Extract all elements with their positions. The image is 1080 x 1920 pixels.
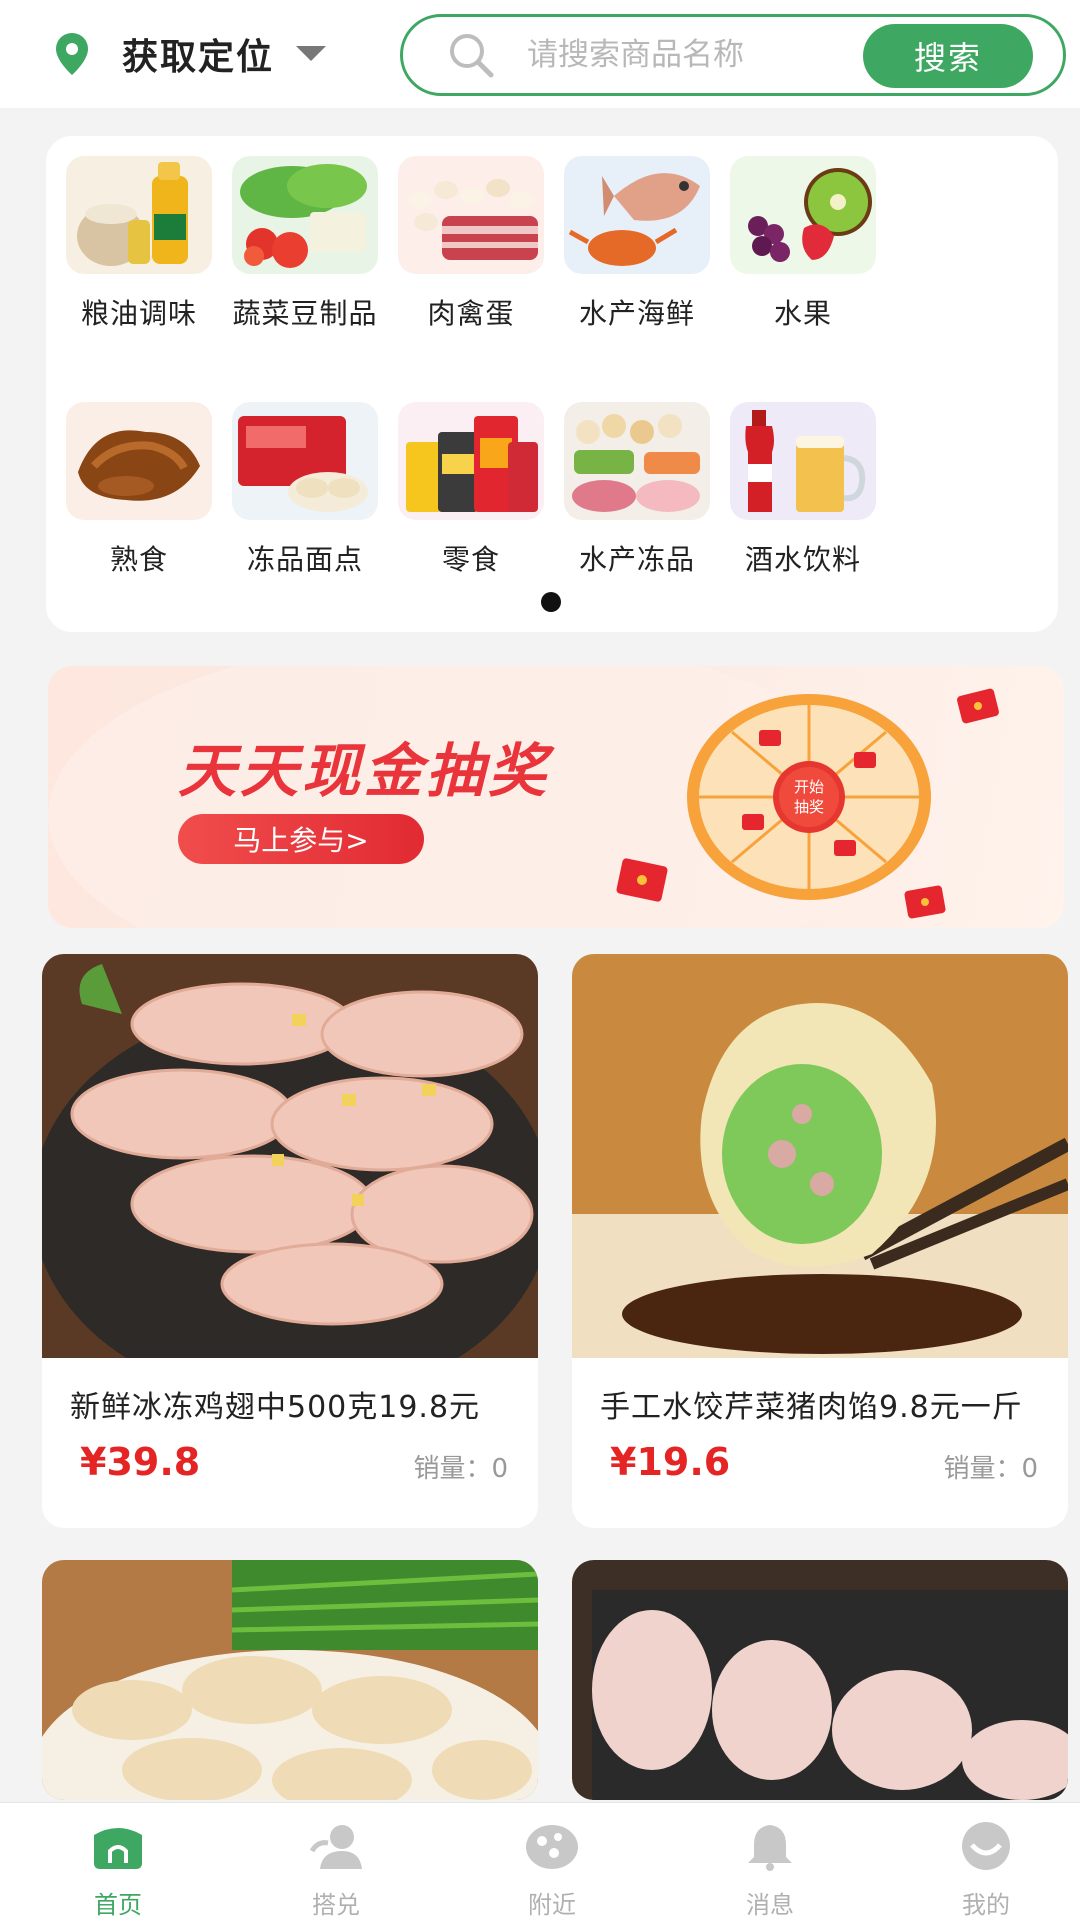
fruit-icon [730, 156, 876, 274]
search-input[interactable] [527, 37, 827, 73]
search-icon [450, 34, 494, 78]
grain-oil-icon [66, 156, 212, 274]
home-icon [94, 1828, 142, 1869]
product-image-chicken-wings [42, 954, 538, 1358]
tab-match[interactable]: 搭兑 [276, 1821, 396, 1920]
frozen-dumpling-icon [232, 402, 378, 520]
wheel-label-top: 开始 [794, 778, 824, 796]
tab-label: 附近 [528, 1891, 576, 1919]
category-item-drinks[interactable]: 酒水饮料 [708, 402, 898, 578]
category-item-frozen-seafood[interactable]: 水产冻品 [542, 402, 732, 578]
red-envelope-icon [616, 858, 668, 902]
category-label: 蔬菜豆制品 [232, 297, 378, 330]
join-now-button[interactable]: 马上参与> [178, 814, 424, 864]
wheel-label-bottom: 抽奖 [794, 798, 824, 816]
product-image-chicken-drumettes [572, 1560, 1068, 1800]
drinks-icon [730, 402, 876, 520]
category-item-vegetable[interactable]: 蔬菜豆制品 [210, 156, 400, 332]
product-sales: 销量：0 [943, 1448, 1038, 1485]
tab-home[interactable]: 首页 [58, 1821, 178, 1920]
category-label: 粮油调味 [80, 297, 197, 330]
category-item-cooked-food[interactable]: 熟食 [44, 402, 234, 578]
seafood-icon [564, 156, 710, 274]
category-item-snack[interactable]: 零食 [376, 402, 566, 578]
category-item-seafood[interactable]: 水产海鲜 [542, 156, 732, 332]
tab-nearby[interactable]: 附近 [492, 1821, 612, 1920]
pagination-dot [541, 592, 561, 612]
product-card[interactable] [572, 1560, 1068, 1800]
product-sales: 销量：0 [413, 1448, 508, 1485]
top-header: 获取定位 搜索 [0, 0, 1080, 108]
category-label: 水果 [773, 297, 832, 330]
bell-icon [748, 1825, 792, 1871]
lottery-banner[interactable]: 天天现金抽奖 马上参与> 开始 抽奖 [48, 666, 1064, 928]
category-label: 零食 [441, 543, 500, 576]
vegetable-icon [232, 156, 378, 274]
tab-messages[interactable]: 消息 [710, 1821, 830, 1920]
product-card[interactable] [42, 1560, 538, 1800]
product-image-dumpling [572, 954, 1068, 1358]
tab-label: 首页 [94, 1891, 142, 1919]
category-label: 冻品面点 [246, 543, 363, 576]
category-label: 熟食 [109, 543, 168, 576]
tab-label: 我的 [962, 1891, 1010, 1919]
category-item-fruit[interactable]: 水果 [708, 156, 898, 332]
category-label: 酒水饮料 [744, 543, 861, 576]
frozen-seafood-icon [564, 402, 710, 520]
sales-count: 0 [491, 1454, 508, 1484]
lottery-wheel-icon: 开始 抽奖 [687, 694, 931, 900]
meat-egg-icon [398, 156, 544, 274]
red-envelope-icon [957, 688, 999, 724]
product-price: ¥39.8 [80, 1440, 201, 1484]
profile-icon [962, 1822, 1010, 1870]
search-button[interactable]: 搜索 [863, 24, 1033, 88]
sales-label: 销量： [943, 1454, 1022, 1484]
product-name: 手工水饺芹菜猪肉馅9.8元一斤 [600, 1390, 1023, 1425]
category-item-meat-egg[interactable]: 肉禽蛋 [376, 156, 566, 332]
location-label: 获取定位 [122, 37, 275, 78]
category-label: 水产海鲜 [578, 297, 695, 330]
product-name: 新鲜冰冻鸡翅中500克19.8元 [70, 1390, 481, 1425]
search-bar: 搜索 [400, 14, 1066, 96]
bottom-tab-bar: 首页 搭兑 附近 消息 我的 [0, 1802, 1080, 1920]
chevron-down-icon [296, 46, 327, 61]
tab-label: 消息 [746, 1891, 794, 1919]
category-label: 肉禽蛋 [427, 297, 515, 330]
sales-label: 销量： [413, 1454, 492, 1484]
category-label: 水产冻品 [578, 543, 695, 576]
product-price: ¥19.6 [610, 1440, 731, 1484]
product-card[interactable]: 手工水饺芹菜猪肉馅9.8元一斤 ¥19.6 销量：0 [572, 954, 1068, 1528]
category-grid: 粮油调味 蔬菜豆制品 肉禽蛋 水产海鲜 水果 熟食 冻品面点 零食 水产冻品 酒… [46, 136, 1058, 632]
category-item-grain-oil[interactable]: 粮油调味 [44, 156, 234, 332]
product-card[interactable]: 新鲜冰冻鸡翅中500克19.8元 ¥39.8 销量：0 [42, 954, 538, 1528]
partner-icon [309, 1825, 362, 1869]
location-selector[interactable]: 获取定位 [48, 24, 328, 84]
snack-icon [398, 402, 544, 520]
location-pin-icon [56, 33, 88, 75]
sales-count: 0 [1021, 1454, 1038, 1484]
tab-label: 搭兑 [312, 1891, 360, 1919]
tab-mine[interactable]: 我的 [926, 1821, 1046, 1920]
cooked-food-icon [66, 402, 212, 520]
category-item-frozen-dumpling[interactable]: 冻品面点 [210, 402, 400, 578]
product-image-dumpling-plate [42, 1560, 538, 1800]
nearby-icon [526, 1825, 578, 1869]
banner-title: 天天现金抽奖 [178, 737, 551, 805]
